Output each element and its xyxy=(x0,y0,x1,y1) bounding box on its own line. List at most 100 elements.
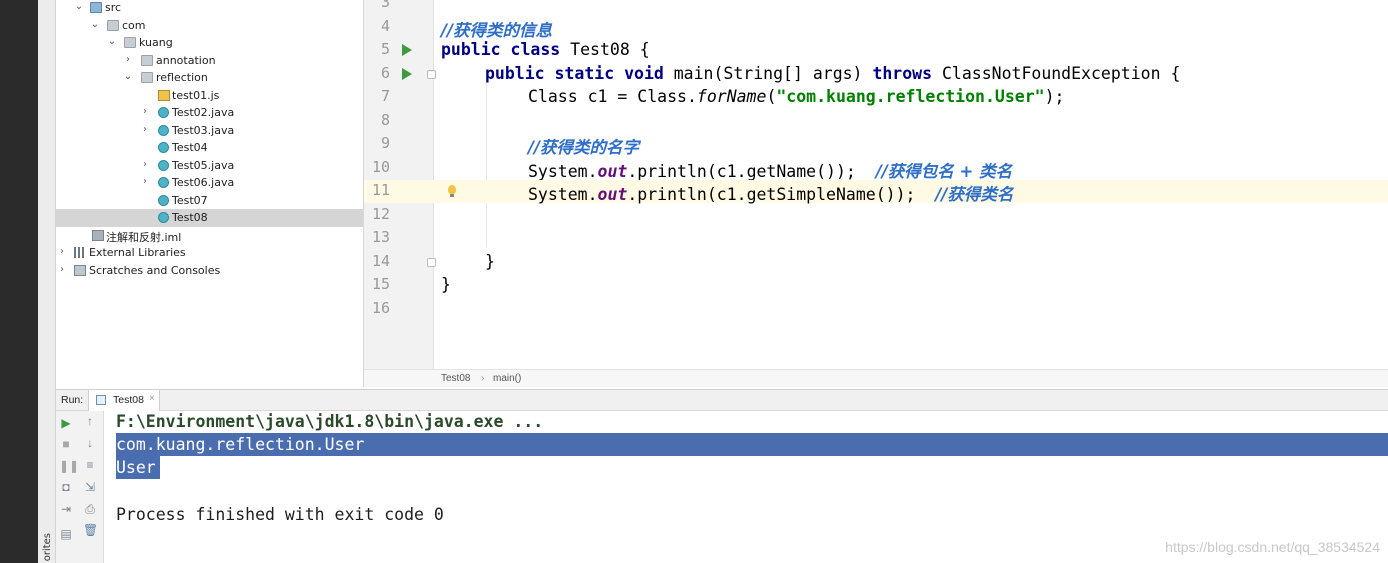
tree-item-kuang[interactable]: ⌄ kuang xyxy=(56,34,363,52)
code-static-method: forName xyxy=(696,87,767,106)
code-text: public class Test08 { xyxy=(441,40,650,59)
soft-wrap-icon[interactable]: ≡ xyxy=(83,458,97,472)
scroll-to-end-icon[interactable]: ⇲ xyxy=(83,480,97,494)
favorites-tool-tab[interactable]: orites xyxy=(42,533,53,561)
code-editor[interactable]: 3 4 //获得类的信息 5 public class Test08 { 6 p… xyxy=(364,0,1388,387)
code-line-11: 11 System.out.println(c1.getSimpleName()… xyxy=(364,180,1388,204)
breadcrumb-method[interactable]: main() xyxy=(493,373,521,384)
package-icon xyxy=(107,19,119,31)
code-plain: .println(c1.getName()); xyxy=(627,161,876,181)
code-line-3: 3 xyxy=(364,0,1388,15)
javascript-file-icon xyxy=(158,89,170,101)
console-exit-line: Process finished with exit code 0 xyxy=(116,505,444,524)
outer-dark-strip xyxy=(0,0,38,563)
code-plain: Test08 { xyxy=(560,40,650,59)
print-icon[interactable]: ⎙ xyxy=(83,502,97,516)
code-string: "com.kuang.reflection.User" xyxy=(776,87,1045,106)
library-icon xyxy=(74,247,86,258)
tree-item-com[interactable]: ⌄ com xyxy=(56,17,363,35)
tree-item-label: External Libraries xyxy=(89,246,186,259)
lightbulb-icon[interactable] xyxy=(448,185,456,197)
chevron-right-icon[interactable]: › xyxy=(57,264,67,275)
line-number: 15 xyxy=(371,275,390,293)
tree-item-test08[interactable]: Test08 xyxy=(56,209,363,227)
chevron-down-icon[interactable]: ⌄ xyxy=(107,36,117,47)
chevron-right-icon[interactable]: › xyxy=(123,54,133,65)
code-line-15: 15 } xyxy=(364,274,1388,297)
fold-icon[interactable] xyxy=(427,69,436,79)
tree-item-label: com xyxy=(122,18,146,32)
line-number: 16 xyxy=(371,298,390,317)
chevron-right-icon[interactable]: › xyxy=(57,246,67,257)
scroll-up-icon[interactable]: ↑ xyxy=(83,414,97,428)
line-number: 10 xyxy=(371,157,390,176)
module-file-icon xyxy=(92,229,104,241)
scroll-down-icon[interactable]: ↓ xyxy=(83,436,97,450)
code-text: //获得类的信息 xyxy=(441,17,552,41)
tree-item-scratches[interactable]: › Scratches and Consoles xyxy=(56,262,363,280)
run-panel-header: Run: Test08 × xyxy=(56,389,1388,411)
tree-item-annotation[interactable]: › annotation xyxy=(56,52,363,70)
breadcrumb: Test08 › main() xyxy=(364,369,1388,387)
pause-icon[interactable]: ❚❚ xyxy=(59,459,79,473)
tree-item-iml[interactable]: 注解和反射.iml xyxy=(56,227,363,245)
left-tool-stripe xyxy=(38,0,56,563)
breadcrumb-class[interactable]: Test08 xyxy=(441,373,470,384)
line-number: 11 xyxy=(371,181,390,199)
console-output-line: com.kuang.reflection.User xyxy=(116,435,365,454)
tree-item-label: annotation xyxy=(156,53,216,67)
close-icon[interactable]: × xyxy=(149,393,155,404)
chevron-right-icon[interactable]: › xyxy=(140,176,150,187)
code-plain: System. xyxy=(528,185,598,204)
tree-item-external-libraries[interactable]: › External Libraries xyxy=(56,244,363,262)
code-line-16: 16 xyxy=(364,298,1388,321)
chevron-right-icon[interactable]: › xyxy=(140,106,150,117)
code-text: } xyxy=(441,275,451,294)
tree-item-test01-js[interactable]: test01.js xyxy=(56,87,363,105)
chevron-down-icon[interactable]: ⌄ xyxy=(90,19,100,30)
camera-icon[interactable]: ◘ xyxy=(59,480,73,494)
tree-item-test05[interactable]: › Test05.java xyxy=(56,157,363,175)
line-number: 4 xyxy=(380,16,390,35)
line-number: 9 xyxy=(380,134,390,152)
tree-item-label: kuang xyxy=(139,36,173,49)
run-class-icon[interactable] xyxy=(402,44,412,56)
tree-item-test02[interactable]: › Test02.java xyxy=(56,104,363,122)
console-output-line: User xyxy=(116,458,156,477)
chevron-right-icon[interactable]: › xyxy=(140,159,150,170)
exit-icon[interactable]: ⇥ xyxy=(59,502,73,516)
tree-item-test03[interactable]: › Test03.java xyxy=(56,122,363,140)
line-number: 12 xyxy=(371,204,390,223)
java-class-icon xyxy=(158,107,169,118)
tree-item-label: Test07 xyxy=(172,193,208,207)
run-panel-label: Run: xyxy=(61,394,84,406)
java-class-icon xyxy=(158,142,169,153)
tree-item-test07[interactable]: Test07 xyxy=(56,192,363,210)
package-icon xyxy=(141,72,153,83)
run-toolbar: ▶ ↑ ■ ↓ ❚❚ ≡ ◘ ⇲ ⇥ ⎙ ▤ 🗑 xyxy=(56,411,104,563)
tree-item-reflection[interactable]: ⌄ reflection xyxy=(56,69,363,87)
tree-item-test04[interactable]: Test04 xyxy=(56,139,363,157)
rerun-icon[interactable]: ▶ xyxy=(59,416,73,430)
java-class-icon xyxy=(158,124,169,136)
project-tree: ⌄ src ⌄ com ⌄ kuang › annotation ⌄ refle… xyxy=(56,0,364,387)
code-comment: //获得类的名字 xyxy=(528,138,640,157)
stop-icon[interactable]: ■ xyxy=(59,437,73,451)
tree-item-label: Test02.java xyxy=(172,106,235,119)
line-number: 7 xyxy=(380,87,390,105)
java-class-icon xyxy=(158,212,169,223)
code-comment: //获得包名 + 类名 xyxy=(875,161,1013,181)
chevron-right-icon[interactable]: › xyxy=(140,124,150,135)
code-plain: } xyxy=(485,251,495,271)
java-class-icon xyxy=(158,177,169,188)
run-method-icon[interactable] xyxy=(402,67,412,80)
tree-item-test06[interactable]: › Test06.java xyxy=(56,174,363,192)
clear-all-icon[interactable]: 🗑 xyxy=(83,523,98,537)
chevron-down-icon[interactable]: ⌄ xyxy=(74,1,84,12)
run-tab-test08[interactable]: Test08 × xyxy=(88,390,160,411)
tree-item-src[interactable]: ⌄ src xyxy=(56,0,363,17)
fold-icon[interactable] xyxy=(427,257,436,267)
chevron-down-icon[interactable]: ⌄ xyxy=(123,71,133,82)
line-number: 6 xyxy=(380,63,390,82)
layout-icon[interactable]: ▤ xyxy=(59,527,73,541)
